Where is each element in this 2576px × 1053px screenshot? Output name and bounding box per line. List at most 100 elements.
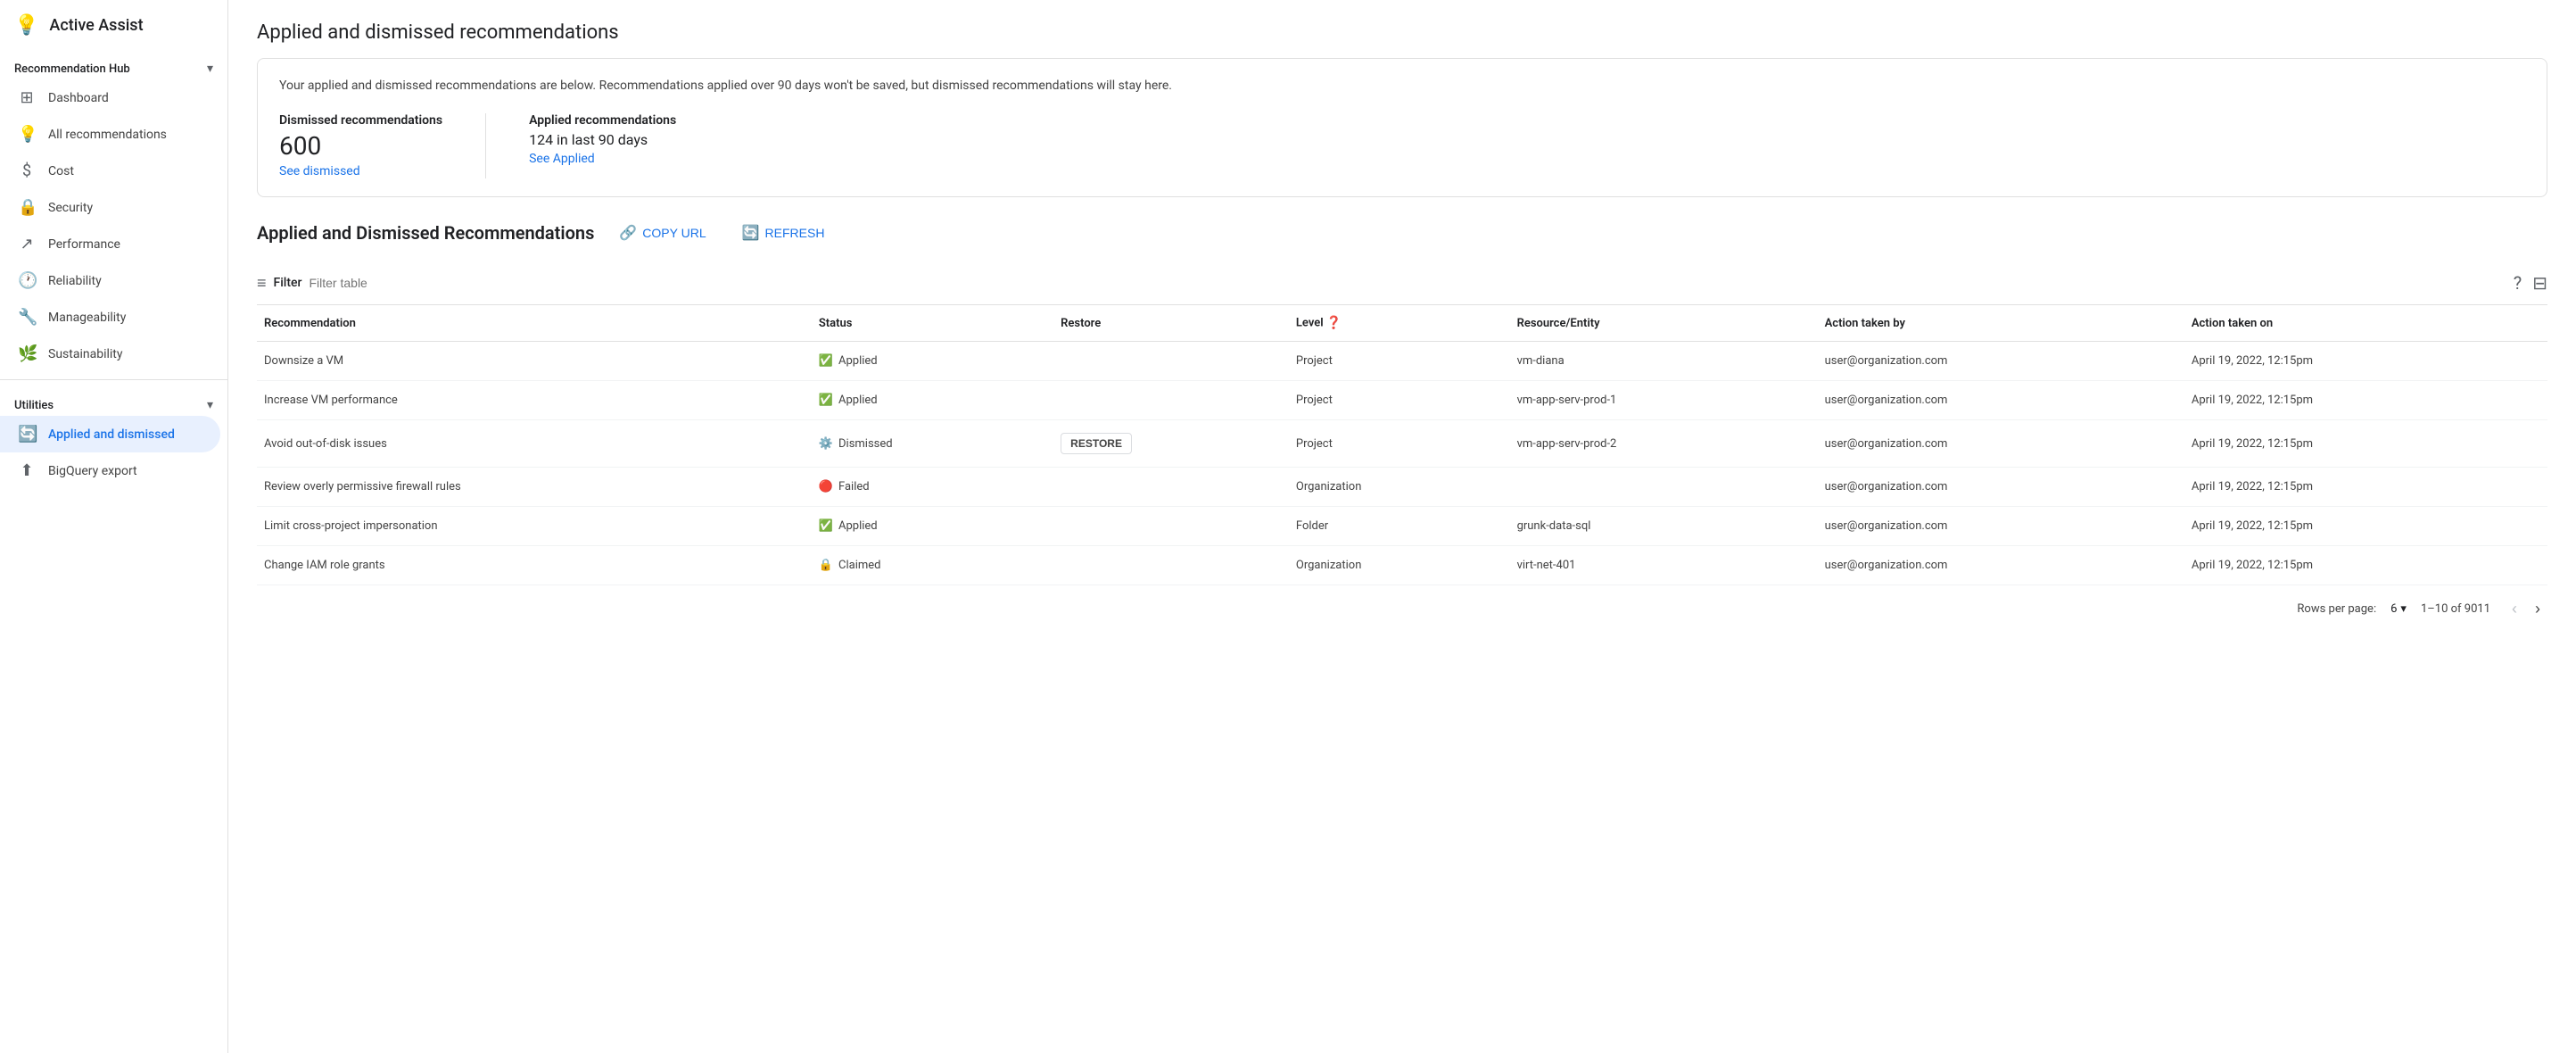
cell-status: 🔒 Claimed (812, 546, 1053, 585)
status-text: Applied (838, 394, 878, 407)
sidebar-item-reliability[interactable]: 🕐 Reliability (0, 262, 220, 299)
sidebar-item-security[interactable]: 🔒 Security (0, 189, 220, 226)
table-row: Downsize a VM ✅ Applied Project vm-diana… (257, 342, 2547, 381)
utilities-label: Utilities (14, 399, 54, 412)
cell-action-on: April 19, 2022, 12:15pm (2184, 507, 2547, 546)
applied-stat-value: 124 in last 90 days (529, 131, 676, 148)
table-row: Limit cross-project impersonation ✅ Appl… (257, 507, 2547, 546)
sidebar-item-bigquery-export[interactable]: ⬆ BigQuery export (0, 452, 220, 489)
sidebar-item-all-recommendations[interactable]: 💡 All recommendations (0, 116, 220, 153)
status-icon: ✅ (819, 394, 833, 407)
cost-icon: $ (18, 162, 36, 180)
bulb-icon: 💡 (18, 125, 36, 144)
cell-status: ⚙️ Dismissed (812, 420, 1053, 468)
copy-url-button[interactable]: 🔗 COPY URL (608, 219, 716, 247)
sidebar-item-manageability[interactable]: 🔧 Manageability (0, 299, 220, 336)
info-stats: Dismissed recommendations 600 See dismis… (279, 113, 2525, 178)
dismissed-stat: Dismissed recommendations 600 See dismis… (279, 113, 442, 178)
recommendations-section-title: Applied and Dismissed Recommendations (257, 222, 594, 244)
filter-icon: ≡ (257, 274, 267, 293)
sidebar-item-performance[interactable]: ↗ Performance (0, 226, 220, 262)
status-text: Failed (838, 480, 870, 493)
refresh-button[interactable]: 🔄 REFRESH (731, 219, 836, 247)
cell-action-by: user@organization.com (1818, 342, 2184, 381)
restore-button[interactable]: RESTORE (1061, 433, 1132, 454)
main-content: Applied and dismissed recommendations Yo… (228, 0, 2576, 1053)
leaf-icon: 🌿 (18, 344, 36, 363)
cell-restore: RESTORE (1053, 420, 1289, 468)
sidebar-item-sustainability[interactable]: 🌿 Sustainability (0, 336, 220, 372)
cell-action-by: user@organization.com (1818, 546, 2184, 585)
table-row: Increase VM performance ✅ Applied Projec… (257, 381, 2547, 420)
pagination-range: 1–10 of 9011 (2421, 602, 2490, 616)
cell-action-by: user@organization.com (1818, 468, 2184, 507)
info-divider (485, 113, 486, 178)
sidebar-item-label: Performance (48, 237, 120, 252)
dismissed-stat-label: Dismissed recommendations (279, 113, 442, 128)
cell-recommendation: Limit cross-project impersonation (257, 507, 812, 546)
sidebar-item-label: Sustainability (48, 347, 122, 361)
sidebar-divider (0, 379, 227, 380)
cell-recommendation: Downsize a VM (257, 342, 812, 381)
col-restore: Restore (1053, 305, 1289, 342)
export-icon: ⬆ (18, 461, 36, 480)
table-row: Avoid out-of-disk issues ⚙️ Dismissed RE… (257, 420, 2547, 468)
sidebar-item-applied-and-dismissed[interactable]: 🔄 Applied and dismissed (0, 416, 220, 452)
sidebar-item-label: BigQuery export (48, 464, 137, 478)
cell-restore (1053, 468, 1289, 507)
pagination: Rows per page: 6 ▾ 1–10 of 9011 ‹ › (257, 585, 2547, 636)
col-status: Status (812, 305, 1053, 342)
filter-actions: ? ⊟ (2514, 272, 2547, 294)
main-header: Applied and dismissed recommendations (228, 0, 2576, 58)
recommendation-hub-header[interactable]: Recommendation Hub ▾ (0, 51, 227, 79)
cell-action-on: April 19, 2022, 12:15pm (2184, 381, 2547, 420)
col-recommendation: Recommendation (257, 305, 812, 342)
see-dismissed-link[interactable]: See dismissed (279, 164, 360, 178)
see-applied-link[interactable]: See Applied (529, 152, 595, 166)
cell-action-by: user@organization.com (1818, 420, 2184, 468)
cell-recommendation: Review overly permissive firewall rules (257, 468, 812, 507)
cell-restore (1053, 546, 1289, 585)
lock-icon: 🔒 (18, 198, 36, 217)
dismissed-stat-value: 600 (279, 131, 442, 161)
cell-level: Project (1289, 420, 1510, 468)
cell-status: ✅ Applied (812, 381, 1053, 420)
cell-action-on: April 19, 2022, 12:15pm (2184, 468, 2547, 507)
cell-resource: vm-app-serv-prod-2 (1510, 420, 1818, 468)
cell-recommendation: Change IAM role grants (257, 546, 812, 585)
cell-level: Organization (1289, 546, 1510, 585)
cell-status: 🔴 Failed (812, 468, 1053, 507)
status-text: Dismissed (838, 437, 893, 451)
cell-action-on: April 19, 2022, 12:15pm (2184, 420, 2547, 468)
cell-level: Project (1289, 342, 1510, 381)
sidebar-item-dashboard[interactable]: ⊞ Dashboard (0, 79, 220, 116)
cell-resource: virt-net-401 (1510, 546, 1818, 585)
cell-action-on: April 19, 2022, 12:15pm (2184, 546, 2547, 585)
chevron-down-icon: ▾ (207, 398, 213, 412)
sidebar-item-label: Dashboard (48, 91, 109, 105)
col-action-by: Action taken by (1818, 305, 2184, 342)
filter-input[interactable] (309, 276, 2506, 290)
rows-per-page-select[interactable]: 6 ▾ (2390, 602, 2407, 616)
level-help-icon[interactable]: ❓ (1326, 316, 1342, 330)
prev-page-button[interactable]: ‹ (2505, 596, 2524, 622)
sidebar-item-cost[interactable]: $ Cost (0, 153, 220, 189)
next-page-button[interactable]: › (2528, 596, 2547, 622)
status-icon: ⚙️ (819, 437, 833, 451)
col-action-on: Action taken on (2184, 305, 2547, 342)
help-icon[interactable]: ? (2514, 272, 2522, 294)
utilities-header[interactable]: Utilities ▾ (0, 387, 227, 416)
sidebar-item-label: Security (48, 201, 93, 215)
cell-status: ✅ Applied (812, 342, 1053, 381)
table-row: Change IAM role grants 🔒 Claimed Organiz… (257, 546, 2547, 585)
sidebar: 💡 Active Assist Recommendation Hub ▾ ⊞ D… (0, 0, 228, 1053)
sidebar-item-label: Reliability (48, 274, 102, 288)
app-title: Active Assist (49, 16, 143, 35)
columns-icon[interactable]: ⊟ (2532, 272, 2547, 294)
clock-icon: 🕐 (18, 271, 36, 290)
performance-icon: ↗ (18, 235, 36, 253)
cell-action-on: April 19, 2022, 12:15pm (2184, 342, 2547, 381)
cell-recommendation: Increase VM performance (257, 381, 812, 420)
table-row: Review overly permissive firewall rules … (257, 468, 2547, 507)
col-level: Level ❓ (1289, 305, 1510, 342)
